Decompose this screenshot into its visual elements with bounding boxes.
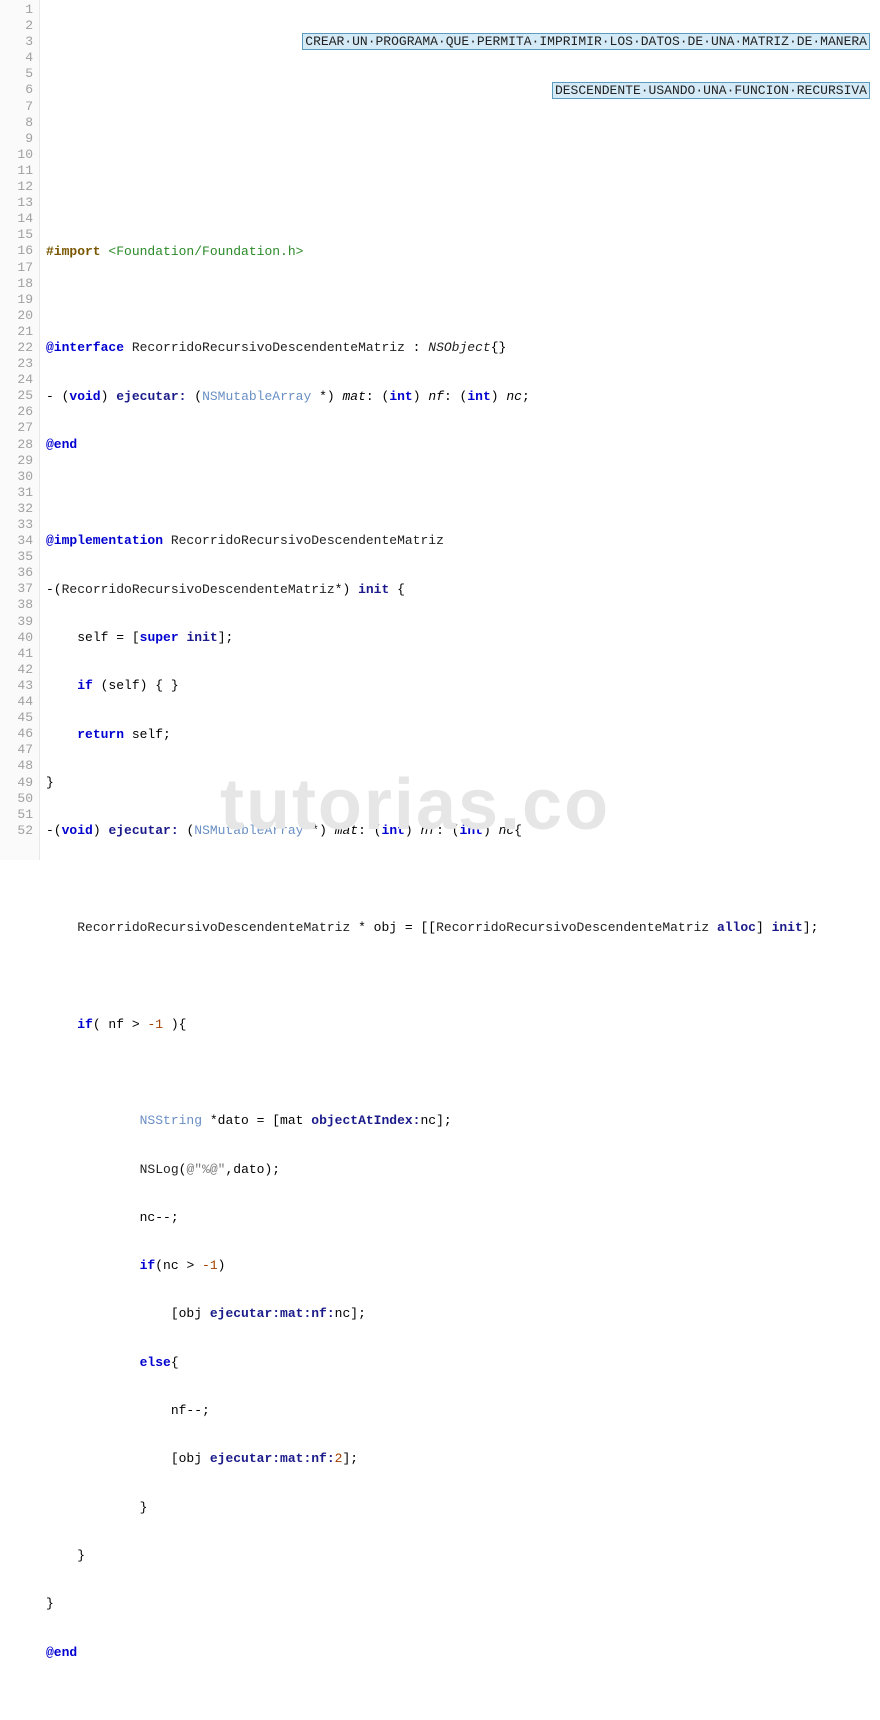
line-number: 45 (0, 710, 33, 726)
line-number: 46 (0, 726, 33, 742)
code-line[interactable]: [obj ejecutar:mat:nf:2]; (46, 1451, 880, 1467)
line-number: 26 (0, 404, 33, 420)
code-line[interactable] (46, 485, 880, 501)
line-number: 14 (0, 211, 33, 227)
header-comment-line2: DESCENDENTE·USANDO·UNA·FUNCION·RECURSIVA (552, 82, 870, 99)
code-line[interactable]: RecorridoRecursivoDescendenteMatriz * ob… (46, 920, 880, 936)
code-line[interactable]: if (self) { } (46, 678, 880, 694)
line-number: 5 (0, 66, 33, 82)
line-number: 6 (0, 82, 33, 98)
code-line[interactable]: self = [super init]; (46, 630, 880, 646)
code-line[interactable]: NSString *dato = [mat objectAtIndex:nc]; (46, 1113, 880, 1129)
line-number: 36 (0, 565, 33, 581)
code-line[interactable] (46, 131, 880, 147)
code-line[interactable] (46, 872, 880, 888)
code-line[interactable]: -(void) ejecutar: (NSMutableArray *) mat… (46, 823, 880, 839)
line-number-gutter: 1234567891011121314151617181920212223242… (0, 0, 40, 860)
code-line[interactable]: } (46, 775, 880, 791)
code-line[interactable]: @interface RecorridoRecursivoDescendente… (46, 340, 880, 356)
line-number: 29 (0, 453, 33, 469)
line-number: 52 (0, 823, 33, 839)
line-number: 43 (0, 678, 33, 694)
line-number: 24 (0, 372, 33, 388)
line-number: 38 (0, 597, 33, 613)
line-number: 10 (0, 147, 33, 163)
code-line[interactable]: if( nf > -1 ){ (46, 1017, 880, 1033)
code-line[interactable]: else{ (46, 1355, 880, 1371)
line-number: 19 (0, 292, 33, 308)
line-number: 15 (0, 227, 33, 243)
code-line[interactable]: return self; (46, 727, 880, 743)
code-line[interactable]: NSLog(@"%@",dato); (46, 1162, 880, 1178)
code-line[interactable] (46, 1693, 880, 1709)
code-line[interactable]: @end (46, 437, 880, 453)
line-number: 23 (0, 356, 33, 372)
line-number: 7 (0, 99, 33, 115)
line-number: 3 (0, 34, 33, 50)
code-line[interactable]: @implementation RecorridoRecursivoDescen… (46, 533, 880, 549)
line-number: 40 (0, 630, 33, 646)
line-number: 49 (0, 775, 33, 791)
code-line[interactable]: nf--; (46, 1403, 880, 1419)
code-editor: 1234567891011121314151617181920212223242… (0, 0, 880, 860)
line-number: 34 (0, 533, 33, 549)
code-line[interactable] (46, 292, 880, 308)
line-number: 22 (0, 340, 33, 356)
code-line[interactable]: } (46, 1548, 880, 1564)
line-number: 42 (0, 662, 33, 678)
line-number: 18 (0, 276, 33, 292)
line-number: 17 (0, 260, 33, 276)
line-number: 1 (0, 2, 33, 18)
code-line[interactable]: if(nc > -1) (46, 1258, 880, 1274)
header-comment-line1: CREAR·UN·PROGRAMA·QUE·PERMITA·IMPRIMIR·L… (302, 33, 870, 50)
code-line[interactable]: #import <Foundation/Foundation.h> (46, 244, 880, 260)
code-area[interactable]: CREAR·UN·PROGRAMA·QUE·PERMITA·IMPRIMIR·L… (40, 0, 880, 860)
code-line[interactable]: } (46, 1596, 880, 1612)
line-number: 35 (0, 549, 33, 565)
line-number: 9 (0, 131, 33, 147)
line-number: 37 (0, 581, 33, 597)
line-number: 48 (0, 758, 33, 774)
line-number: 16 (0, 243, 33, 259)
header-comment-highlight: CREAR·UN·PROGRAMA·QUE·PERMITA·IMPRIMIR·L… (302, 2, 870, 131)
line-number: 41 (0, 646, 33, 662)
code-line[interactable]: [obj ejecutar:mat:nf:nc]; (46, 1306, 880, 1322)
code-line[interactable]: - (void) ejecutar: (NSMutableArray *) ma… (46, 389, 880, 405)
line-number: 25 (0, 388, 33, 404)
code-line[interactable] (46, 1065, 880, 1081)
line-number: 27 (0, 420, 33, 436)
code-line[interactable] (46, 179, 880, 195)
line-number: 30 (0, 469, 33, 485)
line-number: 47 (0, 742, 33, 758)
line-number: 20 (0, 308, 33, 324)
line-number: 33 (0, 517, 33, 533)
code-line[interactable]: } (46, 1500, 880, 1516)
line-number: 12 (0, 179, 33, 195)
line-number: 4 (0, 50, 33, 66)
code-line[interactable] (46, 968, 880, 984)
line-number: 28 (0, 437, 33, 453)
line-number: 39 (0, 614, 33, 630)
code-line[interactable]: @end (46, 1645, 880, 1661)
line-number: 32 (0, 501, 33, 517)
line-number: 2 (0, 18, 33, 34)
code-line[interactable]: nc--; (46, 1210, 880, 1226)
line-number: 13 (0, 195, 33, 211)
line-number: 44 (0, 694, 33, 710)
line-number: 31 (0, 485, 33, 501)
line-number: 50 (0, 791, 33, 807)
code-line[interactable]: -(RecorridoRecursivoDescendenteMatriz*) … (46, 582, 880, 598)
line-number: 21 (0, 324, 33, 340)
line-number: 51 (0, 807, 33, 823)
line-number: 8 (0, 115, 33, 131)
line-number: 11 (0, 163, 33, 179)
